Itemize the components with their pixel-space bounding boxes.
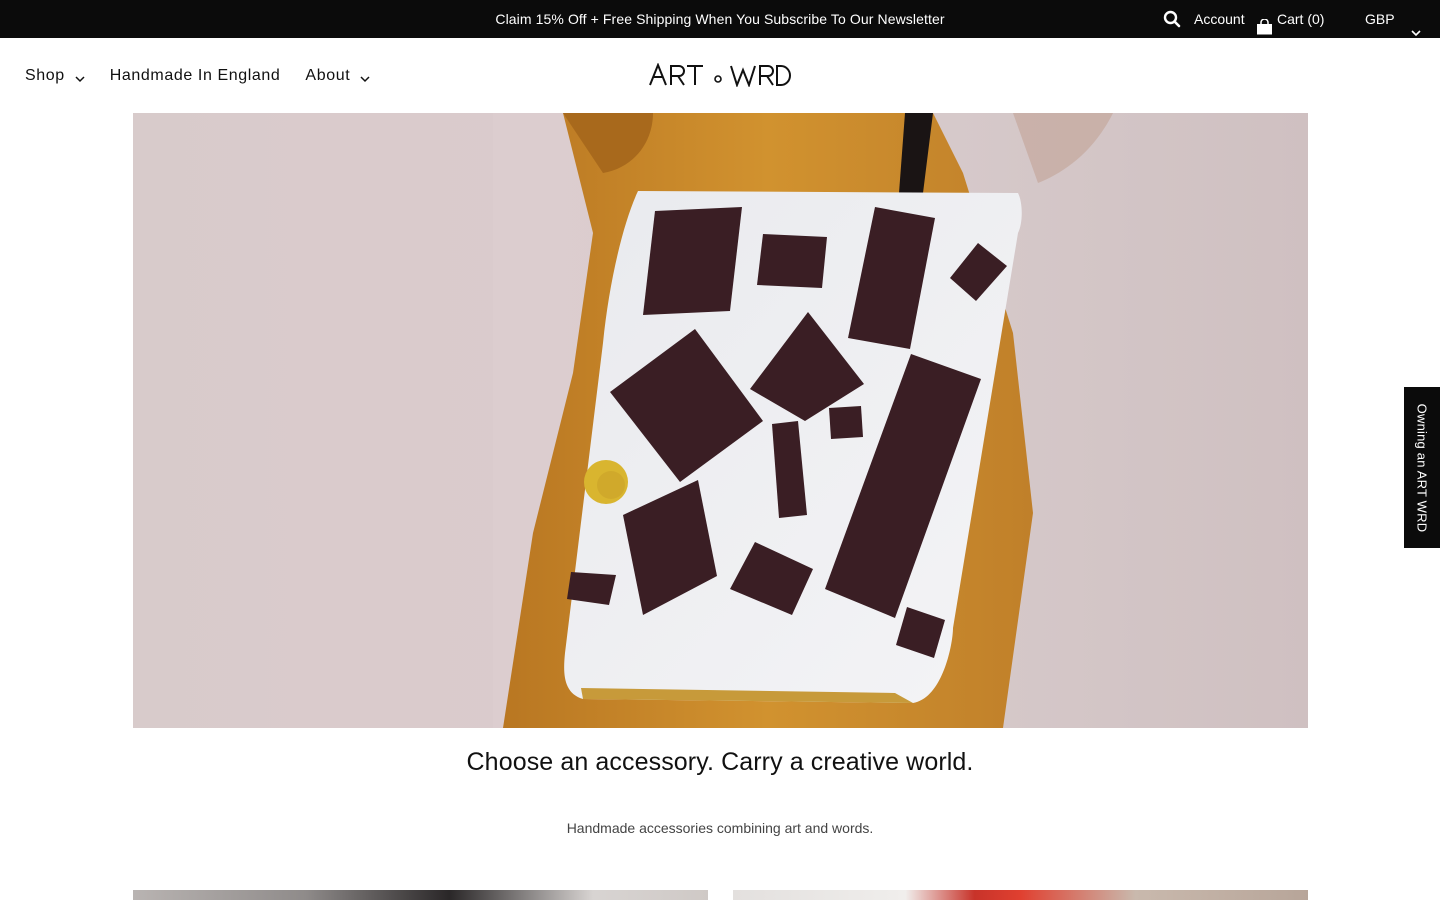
hero-illustration [133, 113, 1308, 728]
side-tab[interactable]: Owning an ART WRD [1404, 387, 1440, 548]
hero-tagline: Choose an accessory. Carry a creative wo… [466, 748, 974, 776]
chevron-down-icon [1411, 14, 1421, 37]
nav-item-label: About [305, 66, 351, 84]
cart-link[interactable]: Cart (0) [1256, 0, 1324, 38]
nav-item-about[interactable]: About [305, 67, 370, 85]
main-nav: Shop Handmade In England About [25, 38, 395, 113]
collection-tile-right[interactable] [733, 890, 1308, 900]
account-link[interactable]: Account [1194, 0, 1245, 38]
site-header: Shop Handmade In England About [0, 38, 1440, 113]
nav-item-label: Handmade In England [109, 66, 281, 84]
nav-item-label: Shop [25, 66, 65, 84]
chevron-down-icon [75, 71, 85, 82]
side-tab-label: Owning an ART WRD [1414, 403, 1430, 532]
search-icon[interactable] [1163, 10, 1181, 28]
currency-selector[interactable]: GBP [1365, 0, 1421, 38]
nav-item-handmade-in-england[interactable]: Handmade In England [110, 67, 281, 85]
collection-tile-left[interactable] [133, 890, 708, 900]
hero-subline: Handmade accessories combining art and w… [566, 820, 874, 836]
currency-label: GBP [1365, 11, 1395, 27]
cart-label: Cart (0) [1277, 11, 1325, 27]
site-logo[interactable] [649, 62, 791, 88]
announcement-bar: Claim 15% Off + Free Shipping When You S… [0, 0, 1440, 38]
nav-item-shop[interactable]: Shop [25, 67, 85, 85]
chevron-down-icon [360, 71, 370, 82]
hero-image[interactable] [133, 113, 1308, 728]
shopping-bag-icon [1256, 11, 1273, 35]
